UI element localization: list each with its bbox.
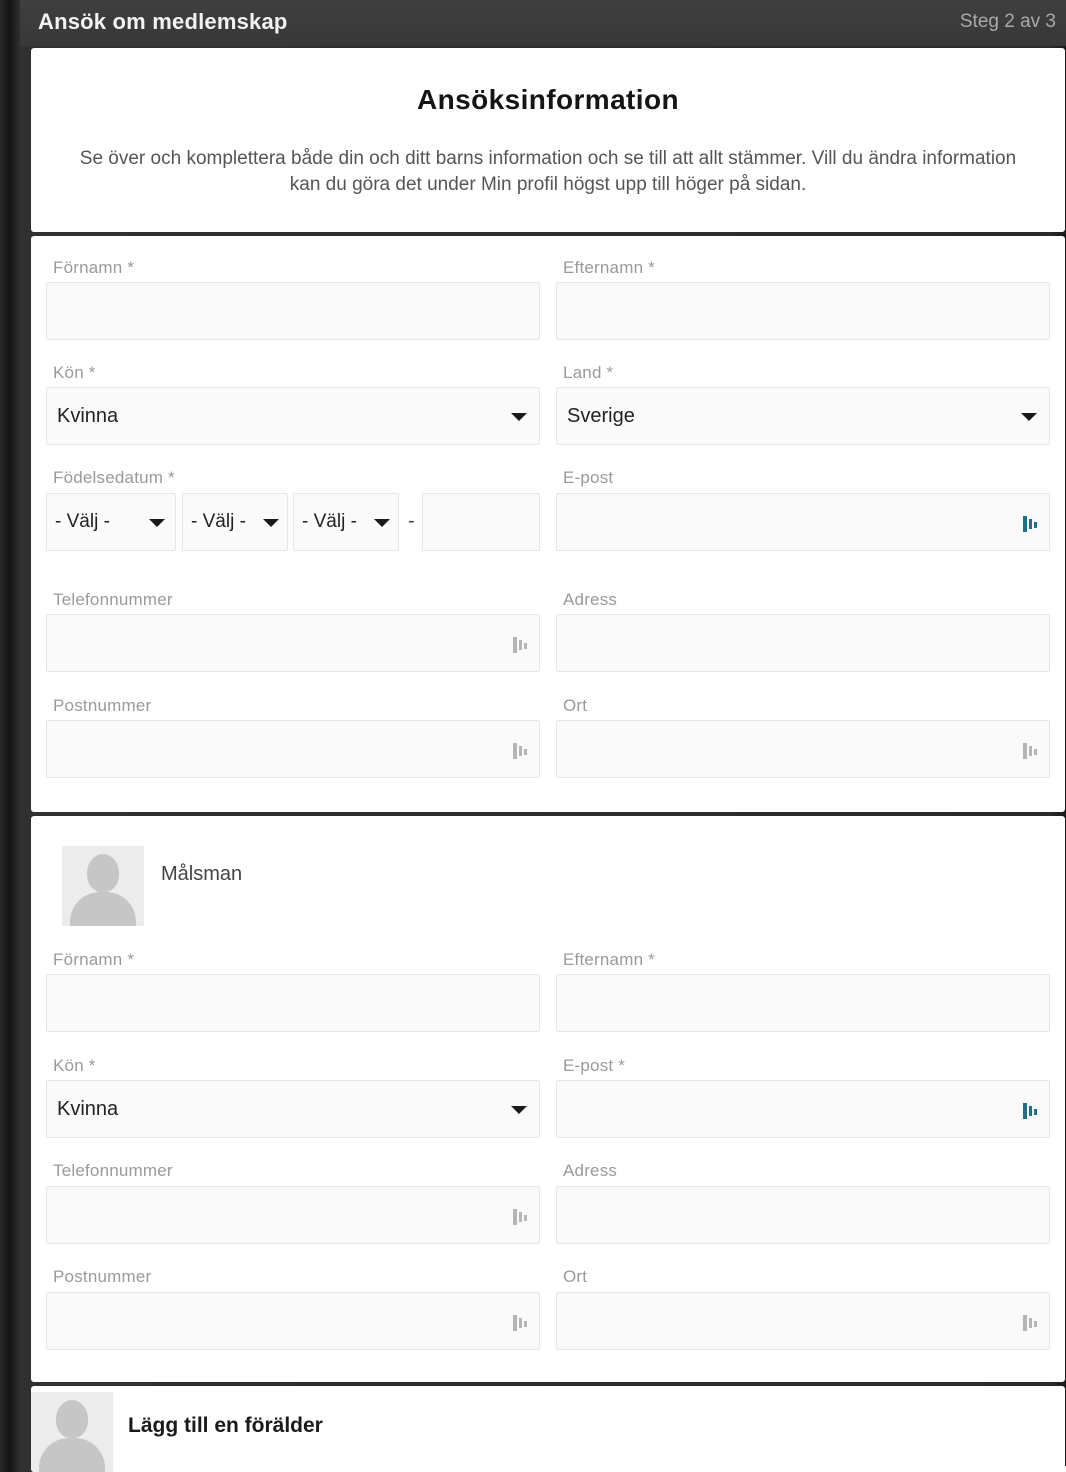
guardian-address-input[interactable]	[556, 1186, 1050, 1244]
avatar-body-shape	[70, 892, 136, 926]
phone-label: Telefonnummer	[53, 1161, 173, 1180]
bottom-edge	[548, 1466, 1066, 1472]
country-label: Land *	[563, 363, 614, 382]
intro-panel: Ansöksinformation Se över och kompletter…	[31, 48, 1065, 232]
birth-month-value: - Välj -	[191, 511, 246, 532]
chevron-down-icon	[149, 519, 165, 527]
address-input[interactable]	[556, 614, 1050, 672]
guardian-email-input[interactable]	[556, 1080, 1050, 1138]
chevron-down-icon	[511, 1106, 527, 1114]
guardian-phone-input[interactable]	[46, 1186, 540, 1244]
intro-text: Se över och komplettera både din och dit…	[79, 148, 1017, 195]
email-label: E-post *	[563, 1056, 626, 1075]
add-parent-label: Lägg till en förälder	[128, 1414, 323, 1437]
password-manager-icon[interactable]	[511, 741, 531, 761]
password-manager-icon[interactable]	[511, 1313, 531, 1333]
gender-value: Kvinna	[57, 1098, 119, 1120]
avatar-head-shape	[56, 1400, 88, 1438]
chevron-down-icon	[374, 519, 390, 527]
postcode-label: Postnummer	[53, 696, 152, 715]
birth-day-select[interactable]: - Välj -	[293, 493, 399, 551]
avatar-body-shape	[39, 1438, 105, 1472]
birth-year-select[interactable]: - Välj -	[46, 493, 176, 551]
city-label: Ort	[563, 696, 588, 715]
avatar-head-shape	[87, 854, 119, 892]
personal-number-input[interactable]	[422, 493, 540, 551]
gender-label: Kön *	[53, 363, 96, 382]
birth-month-select[interactable]: - Välj -	[182, 493, 288, 551]
password-manager-icon[interactable]	[511, 635, 531, 655]
last-name-label: Efternamn *	[563, 258, 655, 277]
chevron-down-icon	[1021, 413, 1037, 421]
password-manager-icon[interactable]	[511, 1207, 531, 1227]
password-manager-icon[interactable]	[1021, 514, 1041, 534]
guardian-last-name-input[interactable]	[556, 974, 1050, 1032]
gender-value: Kvinna	[57, 405, 119, 427]
country-value: Sverige	[567, 405, 635, 427]
phone-label: Telefonnummer	[53, 590, 173, 609]
last-name-input[interactable]	[556, 282, 1050, 340]
postcode-input[interactable]	[46, 720, 540, 778]
postcode-label: Postnummer	[53, 1267, 152, 1286]
email-input[interactable]	[556, 493, 1050, 551]
avatar	[62, 846, 144, 926]
top-bar: Ansök om medlemskap Steg 2 av 3	[20, 0, 1066, 46]
country-select[interactable]: Sverige	[556, 387, 1050, 445]
guardian-city-input[interactable]	[556, 1292, 1050, 1350]
password-manager-icon[interactable]	[1021, 1101, 1041, 1121]
email-label: E-post	[563, 468, 614, 487]
step-indicator: Steg 2 av 3	[959, 11, 1056, 32]
password-manager-icon[interactable]	[1021, 1313, 1041, 1333]
guardian-first-name-input[interactable]	[46, 974, 540, 1032]
guardian-postcode-input[interactable]	[46, 1292, 540, 1350]
last-name-label: Efternamn *	[563, 950, 655, 969]
birthdate-separator: -	[408, 510, 415, 532]
gender-label: Kön *	[53, 1056, 96, 1075]
gender-select[interactable]: Kvinna	[46, 387, 540, 445]
address-label: Adress	[563, 590, 618, 609]
page-title: Ansök om medlemskap	[38, 9, 288, 34]
birth-year-value: - Välj -	[55, 511, 110, 532]
chevron-down-icon	[511, 413, 527, 421]
first-name-label: Förnamn *	[53, 258, 135, 277]
guardian-info-panel: Målsman Förnamn * Efternamn * Kön * Kvin…	[31, 816, 1065, 1382]
child-info-panel: Förnamn * Efternamn * Kön * Kvinna Land …	[31, 236, 1065, 812]
add-parent-button[interactable]: Lägg till en förälder	[31, 1386, 1065, 1472]
password-manager-icon[interactable]	[1021, 741, 1041, 761]
birthdate-label: Födelsedatum *	[53, 468, 175, 487]
first-name-label: Förnamn *	[53, 950, 135, 969]
first-name-input[interactable]	[46, 282, 540, 340]
phone-input[interactable]	[46, 614, 540, 672]
guardian-heading: Målsman	[161, 863, 243, 885]
birth-day-value: - Välj -	[302, 511, 357, 532]
address-label: Adress	[563, 1161, 618, 1180]
guardian-gender-select[interactable]: Kvinna	[46, 1080, 540, 1138]
avatar	[31, 1392, 113, 1472]
chevron-down-icon	[263, 519, 279, 527]
city-input[interactable]	[556, 720, 1050, 778]
section-heading: Ansöksinformation	[417, 84, 679, 115]
city-label: Ort	[563, 1267, 588, 1286]
